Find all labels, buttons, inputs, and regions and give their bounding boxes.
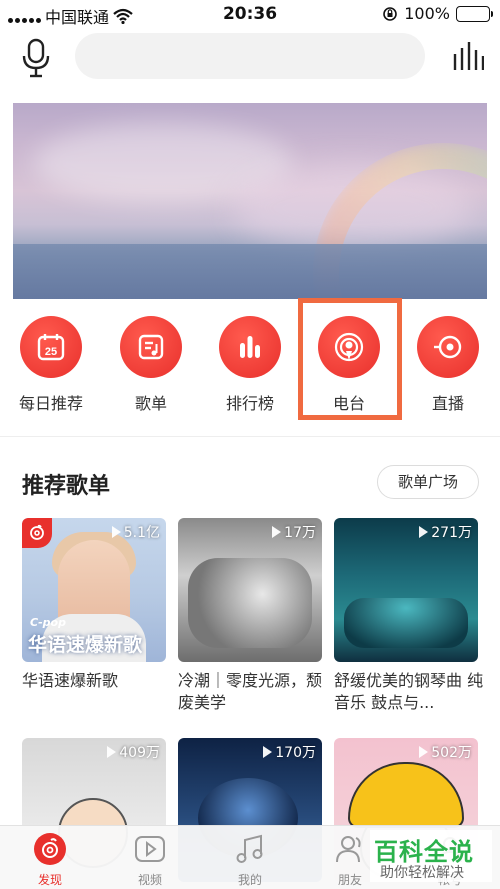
play-count: 170万 <box>263 742 316 762</box>
category-playlist[interactable]: 歌单 <box>106 312 196 418</box>
video-icon <box>135 836 165 862</box>
cover-text: 华语速爆新歌 <box>28 634 143 656</box>
category-label: 每日推荐 <box>18 394 83 413</box>
play-icon <box>263 746 273 758</box>
status-bar: 中国联通 20:36 100% <box>0 0 500 28</box>
play-count-value: 409万 <box>119 745 160 761</box>
discover-icon <box>34 833 66 865</box>
play-count: 17万 <box>272 522 316 542</box>
category-label: 排行榜 <box>225 394 274 413</box>
tab-label: 我的 <box>237 873 262 887</box>
calendar-icon: 25 <box>20 316 82 378</box>
banner-sea <box>13 244 487 299</box>
playlist-plaza-button[interactable]: 歌单广场 <box>377 465 479 499</box>
live-icon <box>417 316 479 378</box>
play-count-value: 170万 <box>275 745 316 761</box>
play-count: 409万 <box>107 742 160 762</box>
music-note-icon <box>236 834 263 863</box>
watermark: 百科全说 助你轻松解决 <box>370 830 492 882</box>
status-right: 100% <box>382 4 493 23</box>
category-row: 25 每日推荐 歌单 排行榜 电台 直播 <box>0 310 500 422</box>
play-count-value: 5.1亿 <box>123 525 160 541</box>
watermark-subtitle: 助你轻松解决 <box>380 865 464 881</box>
playlist-title: 华语速爆新歌 <box>22 671 119 690</box>
cover-art <box>348 762 464 828</box>
top-bar <box>0 28 500 88</box>
tab-discover[interactable]: 发现 <box>0 830 100 888</box>
cover-art <box>344 598 468 648</box>
play-count: 502万 <box>419 742 472 762</box>
battery-icon <box>456 5 493 22</box>
search-input[interactable] <box>75 33 425 79</box>
ranking-icon <box>219 316 281 378</box>
play-count: 5.1亿 <box>111 522 160 542</box>
category-label: 直播 <box>431 394 464 413</box>
play-icon <box>272 526 282 538</box>
play-icon <box>419 746 429 758</box>
banner-carousel[interactable] <box>13 103 487 299</box>
play-count-value: 271万 <box>431 525 472 541</box>
tab-video[interactable]: 视频 <box>100 830 200 888</box>
divider <box>0 436 500 437</box>
highlight-annotation-box <box>298 298 402 420</box>
tab-label: 视频 <box>137 873 162 887</box>
play-icon <box>111 526 121 538</box>
category-live[interactable]: 直播 <box>403 312 493 418</box>
audio-bars-icon[interactable] <box>452 40 484 72</box>
category-ranking[interactable]: 排行榜 <box>205 312 295 418</box>
friends-icon <box>336 836 361 863</box>
battery-percent: 100% <box>404 4 450 23</box>
orientation-lock-icon <box>383 6 398 21</box>
section-title: 推荐歌单 <box>22 474 111 499</box>
category-label: 歌单 <box>134 394 167 413</box>
microphone-icon[interactable] <box>18 36 54 80</box>
category-daily-recommend[interactable]: 25 每日推荐 <box>6 312 96 418</box>
play-icon <box>107 746 117 758</box>
tab-mine[interactable]: 我的 <box>200 830 300 888</box>
cover-tag: C-pop <box>30 616 66 629</box>
playlist-title: 舒缓优美的钢琴曲 纯音乐 鼓点与... <box>334 671 484 712</box>
calendar-date: 25 <box>45 346 57 358</box>
netease-logo-icon <box>22 518 52 548</box>
play-count-value: 17万 <box>284 525 316 541</box>
play-count-value: 502万 <box>431 745 472 761</box>
playlist-icon <box>120 316 182 378</box>
play-count: 271万 <box>419 522 472 542</box>
playlist-title: 冷潮｜零度光源，颓废美学 <box>178 671 323 712</box>
cover-art <box>188 558 312 648</box>
play-icon <box>419 526 429 538</box>
tab-label: 发现 <box>37 873 62 887</box>
